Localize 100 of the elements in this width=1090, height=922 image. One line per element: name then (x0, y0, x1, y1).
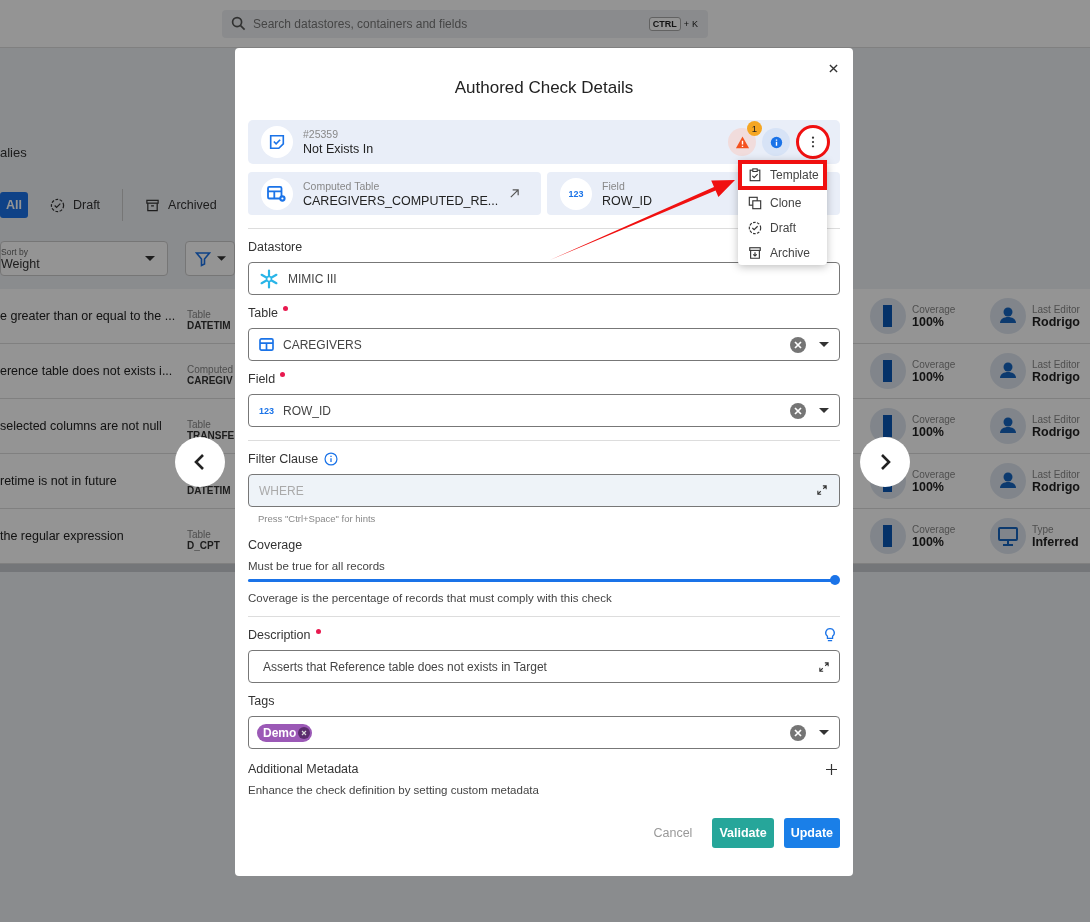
filter-tab[interactable]: All (0, 192, 28, 218)
dashed-check-icon (50, 197, 65, 213)
select-field[interactable]: 123 ROW_ID (248, 394, 840, 427)
sort-select[interactable]: Sort by Weight (0, 241, 168, 276)
more-options-button[interactable] (796, 125, 830, 159)
coverage-label: Coverage (912, 413, 956, 425)
card-value: ROW_ID (602, 193, 652, 208)
container-label: Table (187, 529, 212, 540)
number-type-icon: 123 (259, 405, 275, 416)
menu-item[interactable]: Template (738, 160, 827, 190)
field-label: Description (248, 628, 321, 642)
meta-value: Inferred (1032, 534, 1079, 549)
caret-icon[interactable] (819, 407, 829, 414)
search-icon (231, 15, 246, 31)
meta-value: Rodrigo (1032, 479, 1080, 494)
check-name: Not Exists In (303, 142, 374, 156)
container-name: TRANSFE (187, 430, 235, 441)
coverage-value: 100% (912, 314, 944, 329)
container-name: CAREGIV (187, 375, 234, 386)
container-label: Computed (187, 364, 235, 375)
filter-tab[interactable]: Archived (137, 192, 225, 218)
archive-icon (145, 197, 161, 213)
menu-item[interactable]: Draft (738, 215, 827, 240)
filter-button[interactable] (185, 241, 235, 276)
info-icon[interactable] (324, 452, 339, 466)
field-label: Filter Clause (248, 452, 319, 466)
metadata-help: Enhance the check definition by setting custom metadata (248, 784, 540, 796)
coverage-value: 100% (912, 369, 944, 384)
vertical-dots-icon (811, 136, 815, 148)
user-icon (990, 298, 1026, 334)
expand-icon[interactable] (817, 485, 827, 495)
filter-clause-field[interactable]: WHERE (248, 474, 840, 507)
expand-icon[interactable] (819, 661, 829, 672)
update-button[interactable]: Update (783, 818, 840, 848)
meta-value: Rodrigo (1032, 424, 1080, 439)
coverage-help: Coverage is the percentage of records that must comply with this check (248, 592, 613, 604)
menu-item[interactable]: Archive (738, 240, 827, 265)
card-label: Computed Table (303, 179, 381, 192)
warning-button[interactable] (728, 128, 756, 156)
coverage-label: Coverage (912, 303, 956, 315)
field-label: Coverage (248, 537, 304, 553)
slider-thumb[interactable] (830, 575, 840, 585)
filter-tab[interactable]: Draft (42, 192, 109, 218)
tags-field[interactable]: Demo (248, 716, 840, 749)
number-type-icon: 123 (560, 177, 592, 210)
checkbox-note-icon (261, 126, 293, 158)
warning-icon (734, 134, 750, 150)
check-description: selected columns are not null (0, 419, 163, 433)
check-number: #25359 (303, 128, 340, 140)
container-name: DATETIM (187, 485, 232, 496)
tag-chip[interactable]: Demo (257, 723, 313, 742)
description-field[interactable]: Asserts that Reference table does not exists in Target (248, 650, 840, 683)
check-description: erence table does not exists i... (0, 364, 174, 378)
container-label: Table (187, 419, 212, 430)
meta-label: Last Editor (1032, 468, 1080, 480)
filter-icon (194, 250, 211, 267)
container-label: Table (187, 309, 212, 320)
caret-icon[interactable] (819, 729, 829, 736)
close-button[interactable] (827, 62, 839, 74)
field-label: Field (248, 372, 286, 386)
clear-icon[interactable] (790, 402, 806, 419)
caret-icon (216, 255, 226, 262)
select-field[interactable]: CAREGIVERS (248, 328, 840, 361)
clear-icon[interactable] (790, 336, 806, 353)
cancel-button[interactable]: Cancel (643, 818, 703, 848)
coverage-value: 100% (912, 479, 944, 494)
keyboard-key: K (692, 18, 698, 29)
archive-icon (748, 245, 762, 260)
dialog-title: Authored Check Details (453, 77, 635, 99)
info-icon (769, 135, 783, 149)
snowflake-icon (259, 268, 279, 289)
arrow-up-right-icon[interactable] (509, 188, 520, 199)
hint-text: Press "Ctrl+Space" for hints (257, 513, 377, 524)
clear-icon[interactable] (790, 724, 806, 741)
card-label: Field (602, 179, 626, 192)
field-label: Datastore (248, 240, 303, 254)
dashed-check-icon (748, 220, 762, 235)
menu-item[interactable]: Clone (738, 190, 827, 215)
alert-count-badge: 1 (747, 121, 762, 136)
container-name: DATETIM (187, 320, 232, 331)
lightbulb-icon[interactable] (824, 627, 836, 643)
close-icon (828, 63, 838, 73)
caret-icon[interactable] (819, 341, 829, 348)
coverage-caption: Must be true for all records (248, 560, 386, 572)
user-icon (990, 353, 1026, 389)
plus-icon[interactable] (826, 763, 837, 775)
table-icon (259, 338, 274, 351)
info-button[interactable] (762, 128, 790, 156)
copy-icon (748, 195, 762, 210)
table-gear-icon (261, 177, 293, 210)
coverage-icon (870, 518, 906, 554)
coverage-label: Coverage (912, 468, 956, 480)
validate-button[interactable]: Validate (712, 818, 774, 848)
field-label: Tags (248, 693, 276, 709)
coverage-label: Coverage (912, 358, 956, 370)
select-field[interactable]: MIMIC III (248, 262, 840, 295)
keyboard-key: + (683, 18, 689, 29)
remove-icon[interactable] (298, 726, 311, 739)
user-icon (990, 463, 1026, 499)
coverage-icon (870, 298, 906, 334)
